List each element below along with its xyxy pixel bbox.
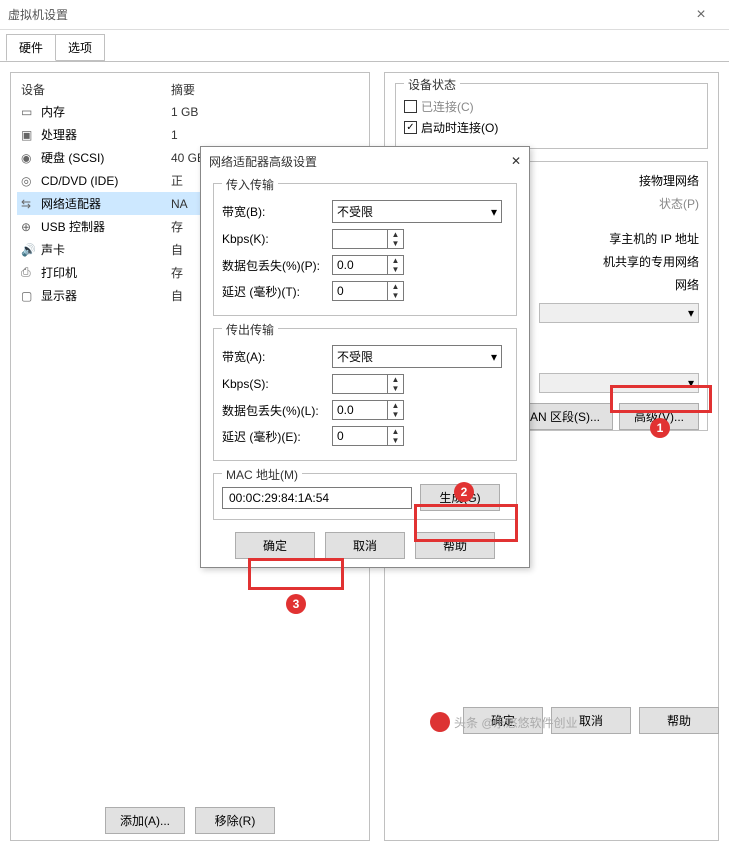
device-summary: 存	[171, 264, 183, 281]
loss-l-label: 数据包丢失(%)(L):	[222, 402, 332, 419]
device-summary: 自	[171, 287, 183, 304]
highlight-2	[414, 504, 518, 542]
device-status-group: 设备状态 已连接(C) ✓ 启动时连接(O)	[395, 83, 708, 149]
add-device-button[interactable]: 添加(A)...	[105, 807, 185, 834]
watermark-logo-icon	[430, 712, 450, 732]
loss-p-input[interactable]: 0.0▲▼	[332, 255, 404, 275]
bandwidth-b-label: 带宽(B):	[222, 203, 332, 220]
device-row-0[interactable]: ▭ 内存1 GB	[17, 100, 363, 123]
device-name: 声卡	[41, 241, 171, 258]
col-device: 设备	[21, 81, 171, 98]
mac-input[interactable]: 00:0C:29:84:1A:54	[222, 487, 412, 509]
outgoing-group: 传出传输 带宽(A): 不受限▾ Kbps(S): ▲▼ 数据包丢失(%)(L)…	[213, 328, 517, 461]
device-status-title: 设备状态	[404, 76, 460, 93]
tab-strip: 硬件 选项	[0, 30, 729, 62]
device-row-1[interactable]: ▣ 处理器1	[17, 123, 363, 146]
kbps-s-label: Kbps(S):	[222, 377, 332, 391]
window-title: 虚拟机设置	[8, 6, 681, 23]
connected-label: 已连接(C)	[421, 98, 474, 115]
latency-t-label: 延迟 (毫秒)(T):	[222, 283, 332, 300]
loss-l-input[interactable]: 0.0▲▼	[332, 400, 404, 420]
highlight-3	[248, 558, 344, 590]
dialog-cancel-button[interactable]: 取消	[325, 532, 405, 559]
device-summary: 正	[171, 172, 183, 189]
latency-e-label: 延迟 (毫秒)(E):	[222, 428, 332, 445]
dialog-title: 网络适配器高级设置	[209, 153, 511, 170]
incoming-title: 传入传输	[222, 176, 278, 193]
col-summary: 摘要	[171, 81, 195, 98]
remove-device-button[interactable]: 移除(R)	[195, 807, 275, 834]
watermark-text: 头条 @乐悠悠软件创业	[454, 714, 578, 731]
main-titlebar: 虚拟机设置 ×	[0, 0, 729, 30]
connect-on-start-checkbox[interactable]: ✓	[404, 121, 417, 134]
device-summary: 1 GB	[171, 105, 198, 119]
device-name: 内存	[41, 103, 171, 120]
device-summary: 1	[171, 128, 178, 142]
kbps-s-input[interactable]: ▲▼	[332, 374, 404, 394]
device-name: 网络适配器	[41, 195, 171, 212]
device-list-header: 设备 摘要	[17, 79, 363, 100]
watermark: 头条 @乐悠悠软件创业	[430, 712, 578, 732]
cpu-icon: ▣	[21, 128, 37, 142]
dialog-ok-button[interactable]: 确定	[235, 532, 315, 559]
kbps-k-label: Kbps(K):	[222, 232, 332, 246]
network-dropdown[interactable]: ▾	[539, 303, 699, 323]
usb-icon: ⊕	[21, 220, 37, 234]
tab-options[interactable]: 选项	[55, 34, 105, 61]
incoming-group: 传入传输 带宽(B): 不受限▾ Kbps(K): ▲▼ 数据包丢失(%)(P)…	[213, 183, 517, 316]
device-summary: 存	[171, 218, 183, 235]
bandwidth-a-label: 带宽(A):	[222, 348, 332, 365]
chevron-down-icon: ▾	[491, 350, 497, 364]
device-summary: 自	[171, 241, 183, 258]
connected-checkbox[interactable]	[404, 100, 417, 113]
loss-p-label: 数据包丢失(%)(P):	[222, 257, 332, 274]
dialog-titlebar: 网络适配器高级设置 ✕	[201, 147, 529, 175]
highlight-1	[610, 385, 712, 413]
disk-icon: ◉	[21, 151, 37, 165]
chevron-down-icon: ▾	[491, 205, 497, 219]
badge-2: 2	[454, 482, 474, 502]
device-name: 显示器	[41, 287, 171, 304]
sound-icon: 🔊	[21, 243, 37, 257]
device-name: 打印机	[41, 264, 171, 281]
printer-icon: ⎙	[21, 265, 37, 280]
outgoing-title: 传出传输	[222, 321, 278, 338]
latency-t-input[interactable]: 0▲▼	[332, 281, 404, 301]
dialog-close-icon[interactable]: ✕	[511, 154, 521, 168]
close-icon[interactable]: ×	[681, 6, 721, 24]
device-btns: 添加(A)... 移除(R)	[17, 807, 363, 834]
display-icon: ▢	[21, 289, 37, 303]
cd-icon: ◎	[21, 174, 37, 188]
kbps-k-input[interactable]: ▲▼	[332, 229, 404, 249]
latency-e-input[interactable]: 0▲▼	[332, 426, 404, 446]
device-name: 硬盘 (SCSI)	[41, 149, 171, 166]
device-name: CD/DVD (IDE)	[41, 174, 171, 188]
device-name: 处理器	[41, 126, 171, 143]
bandwidth-a-dropdown[interactable]: 不受限▾	[332, 345, 502, 368]
network-icon: ⇆	[21, 197, 37, 211]
bandwidth-b-dropdown[interactable]: 不受限▾	[332, 200, 502, 223]
memory-icon: ▭	[21, 105, 37, 119]
device-name: USB 控制器	[41, 218, 171, 235]
device-summary: NA	[171, 197, 188, 211]
connect-on-start-label: 启动时连接(O)	[421, 119, 498, 136]
main-help-button[interactable]: 帮助	[639, 707, 719, 734]
badge-3: 3	[286, 594, 306, 614]
chevron-down-icon: ▾	[688, 306, 694, 320]
tab-hardware[interactable]: 硬件	[6, 34, 56, 61]
mac-title: MAC 地址(M)	[222, 466, 302, 483]
badge-1: 1	[650, 418, 670, 438]
